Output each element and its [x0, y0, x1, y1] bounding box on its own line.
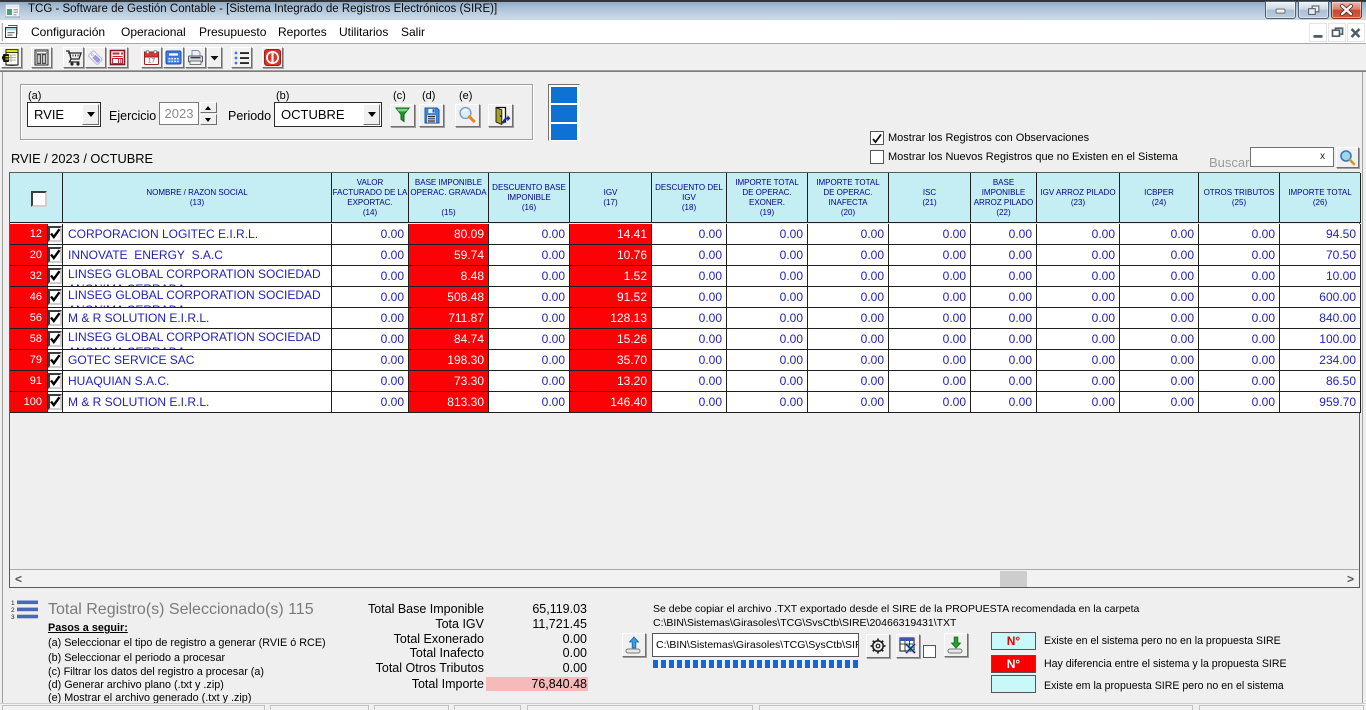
svg-text:1: 1	[11, 600, 15, 607]
svg-text:3: 3	[11, 614, 15, 621]
svg-text:2: 2	[11, 607, 15, 614]
svg-text:17: 17	[148, 58, 156, 65]
